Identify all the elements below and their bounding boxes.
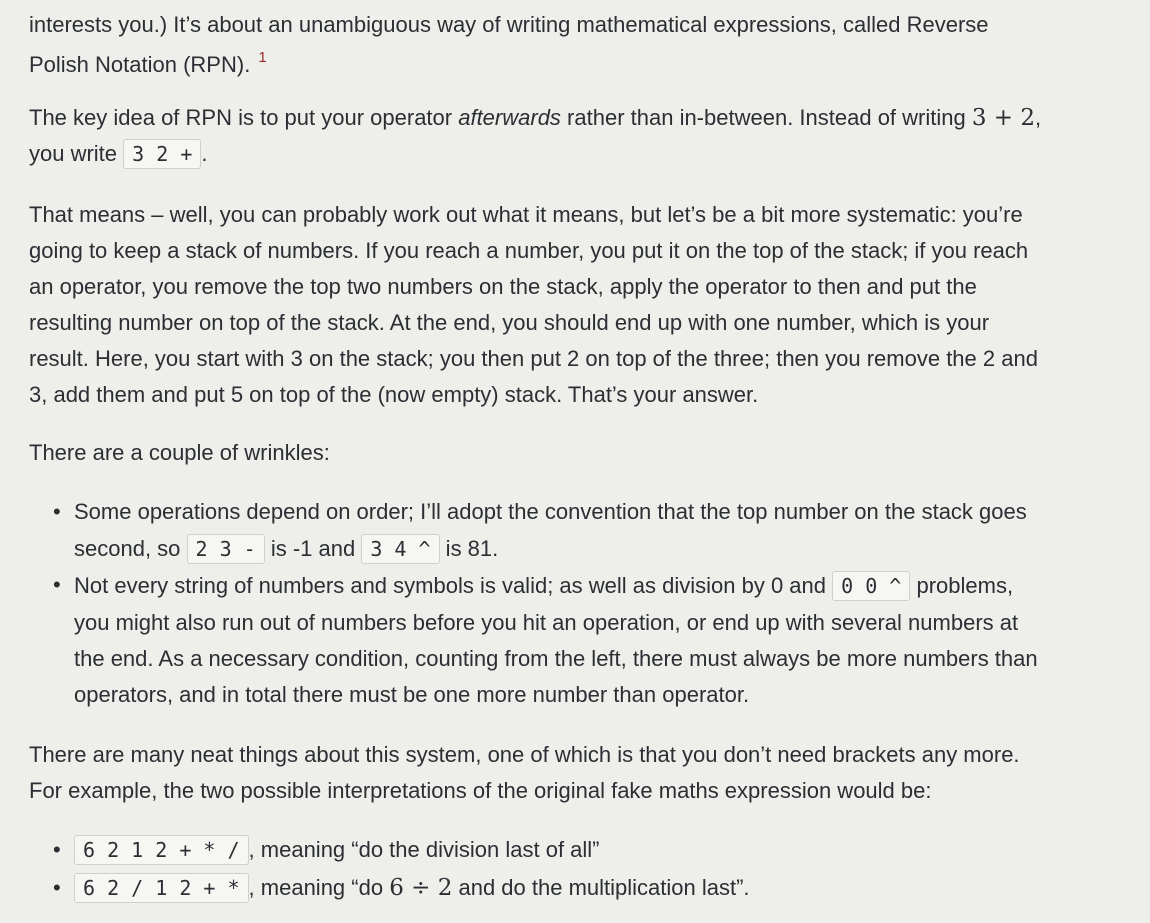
key-idea-line-2: you write 3 2 +. bbox=[29, 136, 1139, 172]
explanation-paragraph: That means – well, you can probably work… bbox=[29, 197, 1139, 413]
wrinkle-1-code-2: 3 4 ^ bbox=[361, 534, 440, 564]
wrinkles-list: • Some operations depend on order; I’ll … bbox=[53, 493, 1144, 713]
wrinkle-2-line-2: you might also run out of numbers before… bbox=[74, 610, 1019, 635]
bullet: • bbox=[53, 837, 61, 862]
brackets-paragraph: There are many neat things about this sy… bbox=[29, 737, 1139, 809]
wrinkle-2-line-1: Not every string of numbers and symbols … bbox=[74, 567, 1144, 605]
wrinkle-1-text-b: is -1 and bbox=[264, 536, 362, 561]
explanation-line: 3, add them and put 5 on top of the (now… bbox=[29, 382, 759, 407]
intro-line-2-text: Polish Notation (RPN). bbox=[29, 52, 251, 77]
bullet: • bbox=[53, 499, 61, 524]
key-idea-paragraph: The key idea of RPN is to put your opera… bbox=[29, 100, 1139, 172]
brackets-line-2: For example, the two possible interpreta… bbox=[29, 778, 932, 803]
interpretations-list: • 6 2 1 2 + * /, meaning “do the divisio… bbox=[53, 831, 1144, 907]
key-idea-line2-a: you write bbox=[29, 141, 124, 166]
explanation-line: That means – well, you can probably work… bbox=[29, 202, 1023, 227]
list-item: • 6 2 / 1 2 + *, meaning “do 6 ÷ 2 and d… bbox=[53, 869, 1144, 907]
key-idea-text-c: , bbox=[1035, 105, 1042, 130]
key-idea-text-a: The key idea of RPN is to put your opera… bbox=[29, 105, 459, 130]
wrinkle-2-text-b: problems, bbox=[910, 573, 1014, 598]
interpretation-2-text-b: and do the multiplication last”. bbox=[452, 875, 750, 900]
list-item: • 6 2 1 2 + * /, meaning “do the divisio… bbox=[53, 831, 1144, 869]
explanation-line: going to keep a stack of numbers. If you… bbox=[29, 238, 1029, 263]
key-idea-text-b: rather than in-between. Instead of writi… bbox=[560, 105, 972, 130]
key-idea-code: 3 2 + bbox=[123, 139, 202, 169]
explanation-line: resulting number on top of the stack. At… bbox=[29, 310, 990, 335]
explanation-line: result. Here, you start with 3 on the st… bbox=[29, 346, 1038, 371]
wrinkles-intro-text: There are a couple of wrinkles: bbox=[29, 440, 330, 465]
key-idea-emphasis: afterwards bbox=[458, 105, 561, 130]
key-idea-line-1: The key idea of RPN is to put your opera… bbox=[29, 100, 1139, 136]
intro-line-1: interests you.) It’s about an unambiguou… bbox=[29, 12, 989, 37]
wrinkle-1-code-1: 2 3 - bbox=[186, 534, 265, 564]
brackets-line-1: There are many neat things about this sy… bbox=[29, 742, 1020, 767]
interpretation-1-text: , meaning “do the division last of all” bbox=[248, 837, 600, 862]
wrinkle-1-line-2: second, so 2 3 - is -1 and 3 4 ^ is 81. bbox=[74, 530, 1144, 567]
interpretation-2-code: 6 2 / 1 2 + * bbox=[74, 873, 249, 903]
interpretation-2-text-a: , meaning “do bbox=[248, 875, 390, 900]
key-idea-line2-b: . bbox=[201, 141, 208, 166]
explanation-line: an operator, you remove the top two numb… bbox=[29, 274, 977, 299]
key-idea-math: 3 + 2 bbox=[971, 105, 1036, 131]
interpretation-2-math: 6 ÷ 2 bbox=[389, 875, 453, 901]
bullet: • bbox=[53, 875, 61, 900]
wrinkle-1-text-c: is 81. bbox=[439, 536, 499, 561]
footnote-link[interactable]: 1 bbox=[258, 49, 266, 66]
list-item: • Some operations depend on order; I’ll … bbox=[53, 493, 1144, 567]
list-item: • Not every string of numbers and symbol… bbox=[53, 567, 1144, 713]
wrinkle-2-line-3: the end. As a necessary condition, count… bbox=[74, 646, 1038, 671]
wrinkle-2-line-4: operators, and in total there must be on… bbox=[74, 682, 750, 707]
interpretation-1-code: 6 2 1 2 + * / bbox=[74, 835, 249, 865]
bullet: • bbox=[53, 572, 61, 597]
wrinkle-2-text-a: Not every string of numbers and symbols … bbox=[74, 573, 833, 598]
wrinkle-2-code-1: 0 0 ^ bbox=[832, 571, 911, 601]
article: interests you.) It’s about an unambiguou… bbox=[0, 0, 1150, 923]
wrinkle-1-text-a: second, so bbox=[74, 536, 187, 561]
wrinkle-1-line-1: Some operations depend on order; I’ll ad… bbox=[74, 499, 1027, 524]
intro-line-2: Polish Notation (RPN). 1 bbox=[29, 45, 1139, 88]
intro-paragraph: interests you.) It’s about an unambiguou… bbox=[29, 5, 1139, 88]
wrinkles-intro: There are a couple of wrinkles: bbox=[29, 435, 1139, 471]
